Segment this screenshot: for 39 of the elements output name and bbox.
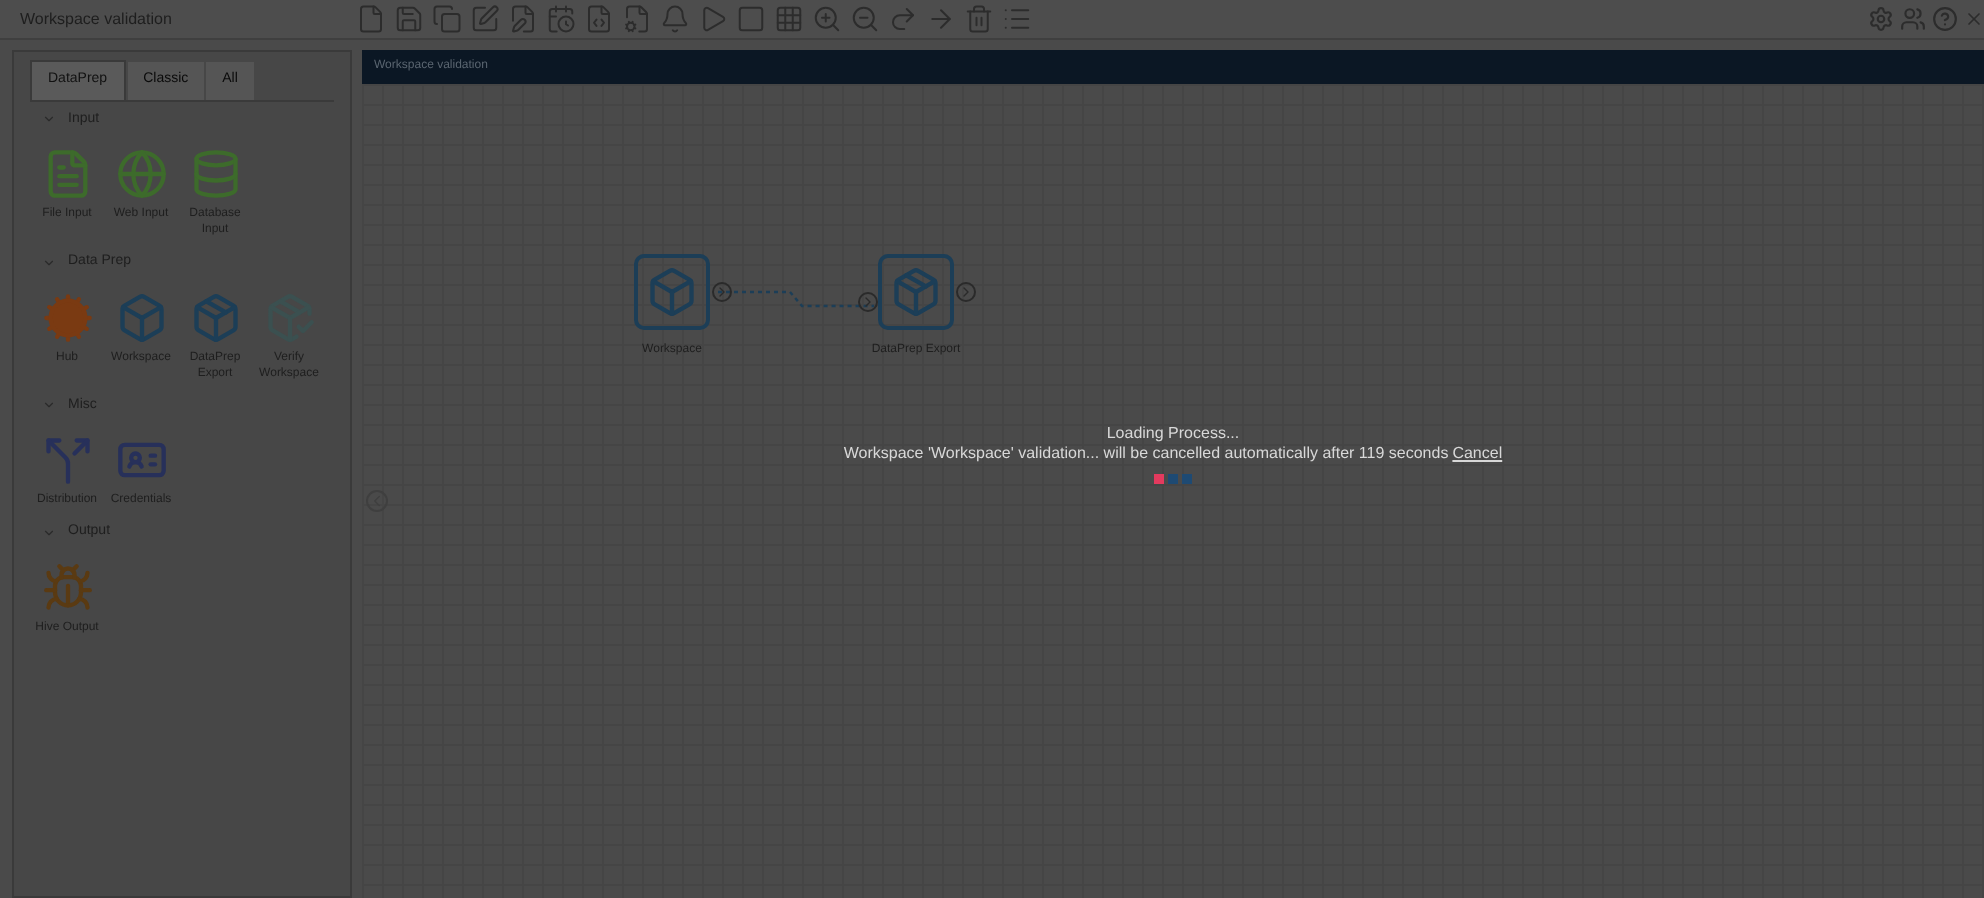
workflow-node[interactable] — [878, 254, 954, 330]
collapse-icon[interactable] — [42, 112, 56, 127]
loading-title: Loading Process... — [1106, 424, 1240, 444]
zoom-out-icon[interactable] — [850, 4, 880, 34]
workflow-node[interactable] — [634, 254, 710, 330]
loading-message: Workspace 'Workspace' validation... will be cancelled automatically after 119 seconds — [843, 444, 1449, 464]
new-file-icon[interactable] — [356, 4, 386, 34]
cube-icon — [115, 291, 167, 343]
bell-icon[interactable] — [660, 4, 690, 34]
settings-icon[interactable] — [1868, 6, 1894, 32]
calendar-icon[interactable] — [546, 4, 576, 34]
redo-icon[interactable] — [888, 4, 918, 34]
cube-icon — [646, 266, 698, 318]
grid-icon[interactable] — [774, 4, 804, 34]
input-port-icon[interactable] — [858, 292, 878, 312]
trash-icon[interactable] — [964, 4, 994, 34]
output-port-icon[interactable] — [956, 282, 976, 302]
output-port-icon[interactable] — [712, 282, 732, 302]
cancel-link[interactable]: Cancel — [1452, 444, 1503, 464]
split-arrows-icon — [41, 434, 93, 486]
save-icon[interactable] — [394, 4, 424, 34]
copy-icon[interactable] — [432, 4, 462, 34]
collapse-icon[interactable] — [42, 525, 56, 540]
package-icon — [189, 291, 241, 343]
help-icon[interactable] — [1932, 6, 1958, 32]
zoom-in-icon[interactable] — [812, 4, 842, 34]
stop-icon[interactable] — [736, 4, 766, 34]
package-icon — [890, 266, 942, 318]
arrow-icon[interactable] — [926, 4, 956, 34]
play-icon[interactable] — [698, 4, 728, 34]
file-edit-icon[interactable] — [508, 4, 538, 34]
file-gear-icon[interactable] — [622, 4, 652, 34]
users-icon[interactable] — [1900, 6, 1926, 32]
gear-icon — [41, 291, 93, 343]
collapse-icon[interactable] — [42, 398, 56, 413]
code-file-icon[interactable] — [584, 4, 614, 34]
edit-icon[interactable] — [470, 4, 500, 34]
collapse-icon[interactable] — [42, 255, 56, 270]
database-icon — [189, 148, 241, 200]
